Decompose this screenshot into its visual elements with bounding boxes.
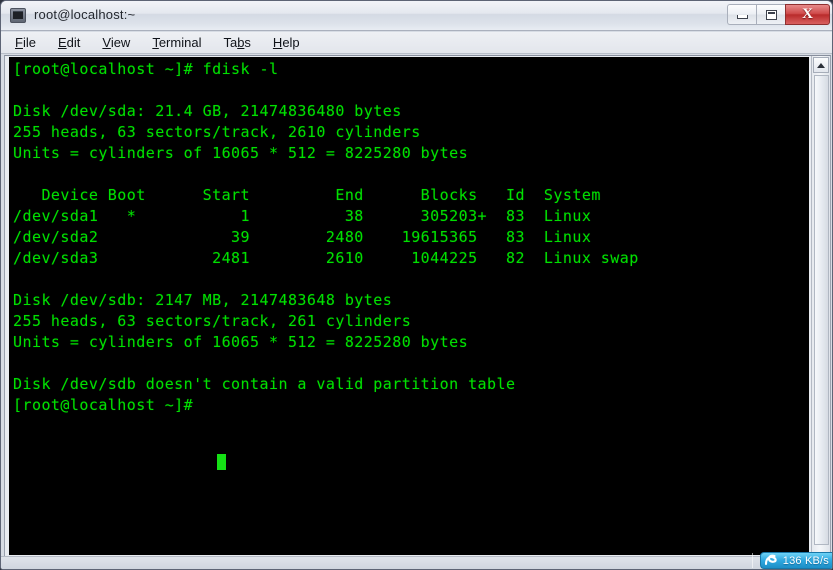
minimize-button[interactable] xyxy=(727,4,756,25)
maximize-button[interactable] xyxy=(756,4,785,25)
window-title: root@localhost:~ xyxy=(34,7,136,22)
close-button[interactable]: X xyxy=(785,4,830,25)
network-speed-widget[interactable]: 136 KB/s xyxy=(759,552,832,569)
title-bar[interactable]: root@localhost:~ X xyxy=(1,1,832,31)
scroll-up-button[interactable] xyxy=(813,57,829,73)
close-icon: X xyxy=(802,6,813,22)
terminal-pane: [root@localhost ~]# fdisk -l Disk /dev/s… xyxy=(4,55,831,557)
menu-item-tabs[interactable]: Tabs xyxy=(223,35,250,50)
terminal-window: root@localhost:~ X File Edit View Termin… xyxy=(0,0,833,570)
terminal-scrollbar[interactable] xyxy=(811,56,830,556)
menu-item-file[interactable]: File xyxy=(15,35,36,50)
terminal-icon xyxy=(10,8,26,23)
scrollbar-thumb[interactable] xyxy=(814,75,829,545)
menu-item-help[interactable]: Help xyxy=(273,35,300,50)
window-controls: X xyxy=(727,4,830,26)
menu-bar: File Edit View Terminal Tabs Help xyxy=(1,32,832,54)
network-speed-value: 136 KB/s xyxy=(782,554,829,567)
chevron-up-icon xyxy=(817,63,825,68)
widget-divider xyxy=(752,553,753,568)
minimize-icon xyxy=(737,15,748,19)
terminal-cursor xyxy=(217,454,226,470)
status-bar xyxy=(1,556,832,569)
network-speed-icon xyxy=(763,553,780,568)
menu-item-view[interactable]: View xyxy=(102,35,130,50)
menu-item-terminal[interactable]: Terminal xyxy=(152,35,201,50)
terminal-screen[interactable]: [root@localhost ~]# fdisk -l Disk /dev/s… xyxy=(9,57,809,555)
maximize-icon xyxy=(766,10,777,20)
terminal-output: [root@localhost ~]# fdisk -l Disk /dev/s… xyxy=(13,60,639,414)
menu-item-edit[interactable]: Edit xyxy=(58,35,80,50)
